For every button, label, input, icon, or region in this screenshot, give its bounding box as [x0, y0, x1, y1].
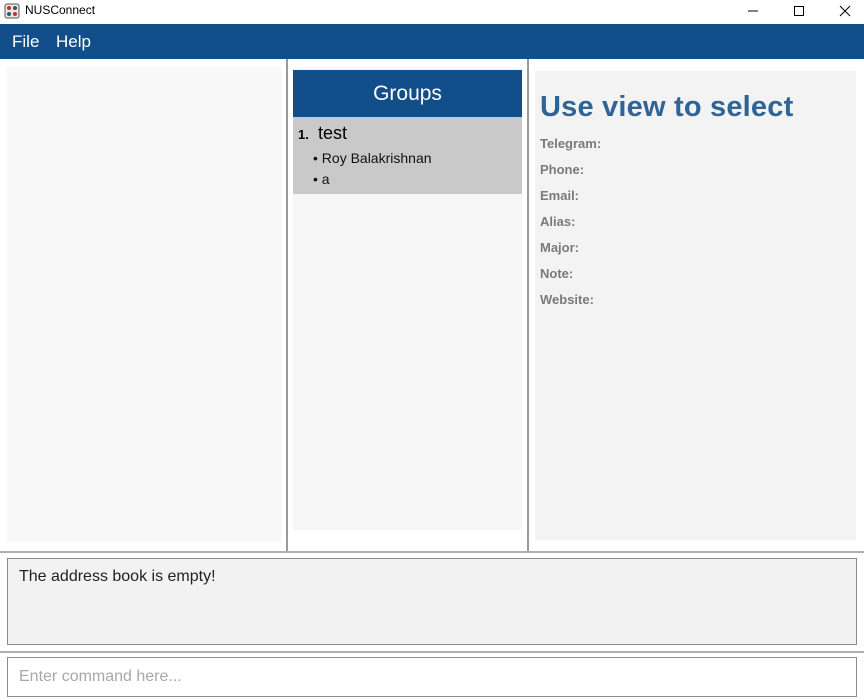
- maximize-icon: [794, 6, 804, 16]
- maximize-button[interactable]: [776, 0, 822, 22]
- minimize-icon: [748, 10, 758, 12]
- major-label: Major:: [540, 240, 579, 255]
- window-title: NUSConnect: [25, 3, 96, 17]
- group-index: 1.: [298, 127, 309, 142]
- menu-bar: File Help: [0, 24, 864, 59]
- split-divider-right[interactable]: [527, 59, 529, 552]
- group-member: • Roy Balakrishnan: [313, 150, 432, 166]
- separator: [0, 551, 864, 553]
- main-area: Groups 1. test • Roy Balakrishnan • a Us…: [0, 59, 864, 552]
- group-member: • a: [313, 171, 330, 187]
- close-icon: [839, 5, 851, 17]
- nus-crest-icon: [4, 3, 20, 19]
- person-details-panel: Use view to select Telegram: Phone: Emai…: [535, 71, 856, 540]
- menu-file[interactable]: File: [12, 32, 39, 52]
- email-label: Email:: [540, 188, 580, 203]
- menu-help[interactable]: Help: [56, 32, 91, 52]
- telegram-label: Telegram:: [540, 136, 602, 151]
- close-button[interactable]: [822, 0, 864, 22]
- command-input[interactable]: [7, 657, 857, 697]
- group-card[interactable]: 1. test • Roy Balakrishnan • a: [293, 117, 522, 194]
- split-divider-left[interactable]: [286, 59, 288, 552]
- note-label: Note:: [540, 266, 574, 281]
- title-bar: NUSConnect: [0, 0, 864, 24]
- minimize-button[interactable]: [730, 0, 776, 22]
- alias-label: Alias:: [540, 214, 576, 229]
- result-display[interactable]: The address book is empty!: [7, 558, 857, 645]
- groups-header: Groups: [293, 70, 522, 117]
- group-name: test: [318, 123, 348, 143]
- website-label: Website:: [540, 292, 594, 307]
- details-title: Use view to select: [540, 91, 794, 123]
- separator: [0, 651, 864, 653]
- result-text: The address book is empty!: [19, 568, 216, 585]
- person-list-panel[interactable]: [7, 67, 282, 542]
- phone-label: Phone:: [540, 162, 585, 177]
